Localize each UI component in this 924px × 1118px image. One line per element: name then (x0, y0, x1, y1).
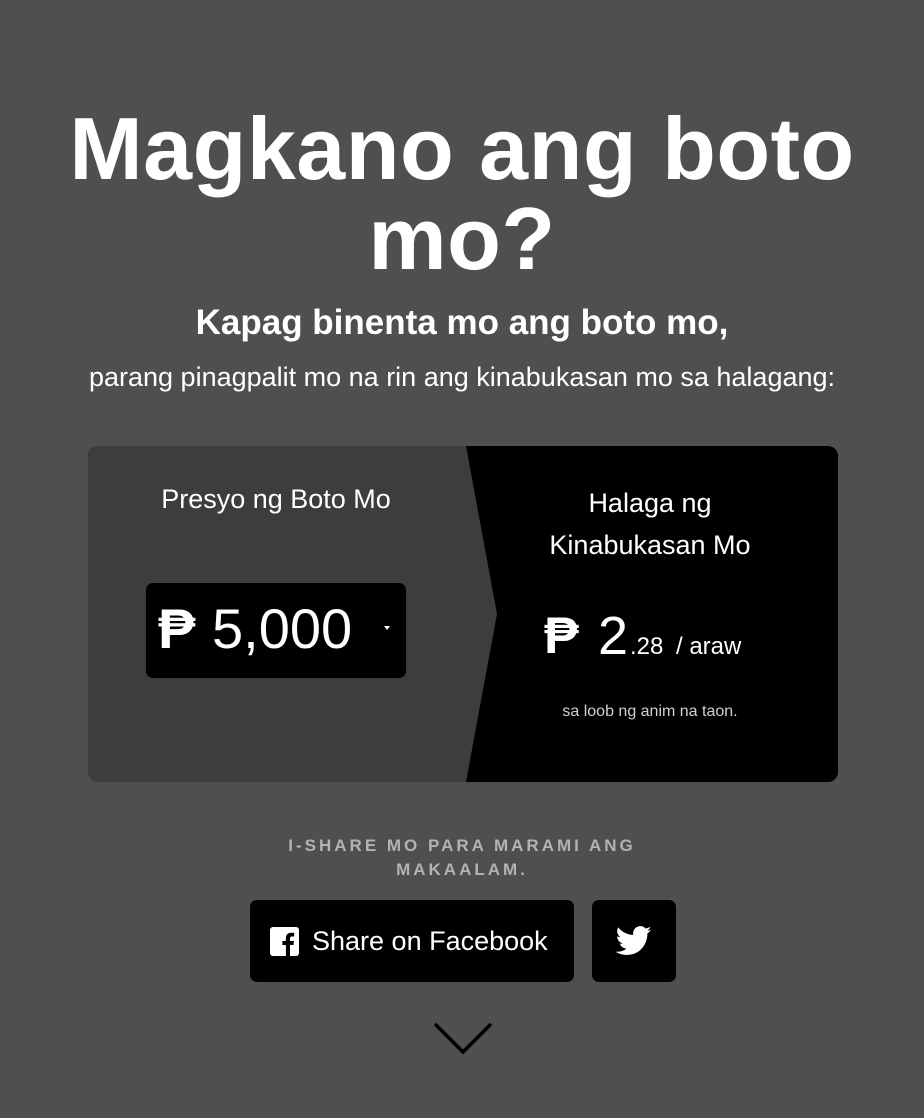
peso-symbol: ₱ (544, 607, 579, 665)
page-subtitle: Kapag binenta mo ang boto mo, (195, 303, 729, 342)
share-facebook-button[interactable]: Share on Facebook (250, 900, 574, 982)
value-cents: .28 (630, 633, 664, 660)
vote-price-label: Presyo ng Boto Mo (161, 484, 391, 514)
peso-symbol: ₱ (158, 597, 196, 660)
duration-note: sa loob ng anim na taon. (562, 703, 738, 720)
value-per-unit: / araw (676, 633, 742, 660)
share-facebook-label: Share on Facebook (312, 926, 548, 956)
twitter-icon (616, 926, 652, 955)
chevron-down-icon (384, 626, 390, 630)
future-value-label-line2: Kinabukasan Mo (549, 530, 751, 560)
future-value-label: Halaga ng Kinabukasan Mo (500, 482, 800, 566)
share-twitter-button[interactable] (592, 900, 676, 982)
scroll-down-chevron-icon[interactable] (432, 1020, 494, 1058)
page-title: Magkano ang boto mo? (69, 99, 855, 288)
vote-price-select[interactable]: ₱ 5,000 (146, 583, 406, 678)
facebook-icon (270, 927, 299, 956)
future-value-label-line1: Halaga ng (588, 488, 712, 518)
value-whole: 2 (598, 606, 629, 666)
selected-amount: 5,000 (212, 597, 353, 660)
page-subtext: parang pinagpalit mo na rin ang kinabuka… (88, 362, 836, 392)
share-heading: I-SHARE MO PARA MARAMI ANG MAKAALAM. (288, 836, 636, 879)
future-value: ₱ 2 .28 / araw (540, 606, 800, 670)
